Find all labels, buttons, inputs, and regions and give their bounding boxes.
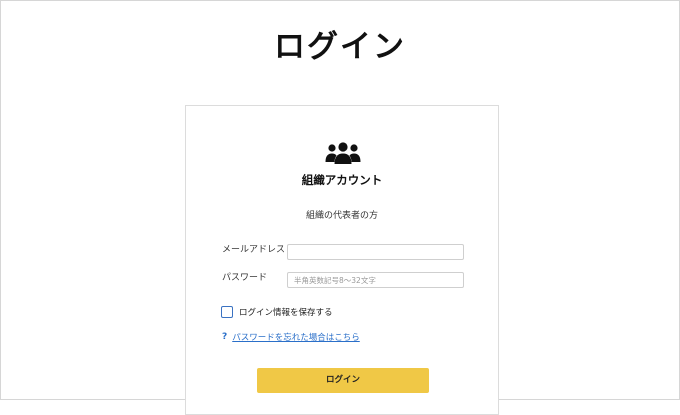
group-users-icon <box>325 142 361 164</box>
email-field[interactable] <box>287 244 464 260</box>
login-button[interactable]: ログイン <box>257 368 429 393</box>
account-description: 組織の代表者の方 <box>305 211 378 221</box>
login-card: 組織アカウント 組織の代表者の方 メールアドレス パスワード ログイン情報を保存… <box>185 105 499 415</box>
question-icon: ? <box>222 332 228 342</box>
remember-checkbox[interactable] <box>221 306 233 318</box>
login-page: ログイン 組織アカウント 組織の代表者の方 メールアドレス パスワード ログイン… <box>0 0 680 415</box>
account-type-heading: 組織アカウント <box>301 173 383 187</box>
remember-login-option[interactable]: ログイン情報を保存する <box>221 305 333 319</box>
page-title: ログイン <box>274 29 406 65</box>
password-field[interactable] <box>287 272 464 288</box>
password-label: パスワード <box>222 273 268 283</box>
remember-label: ログイン情報を保存する <box>239 308 333 318</box>
forgot-password-link[interactable]: パスワードを忘れた場合はこちら <box>232 331 360 343</box>
email-label: メールアドレス <box>222 245 286 255</box>
forgot-password-row: ? パスワードを忘れた場合はこちら <box>222 331 360 343</box>
